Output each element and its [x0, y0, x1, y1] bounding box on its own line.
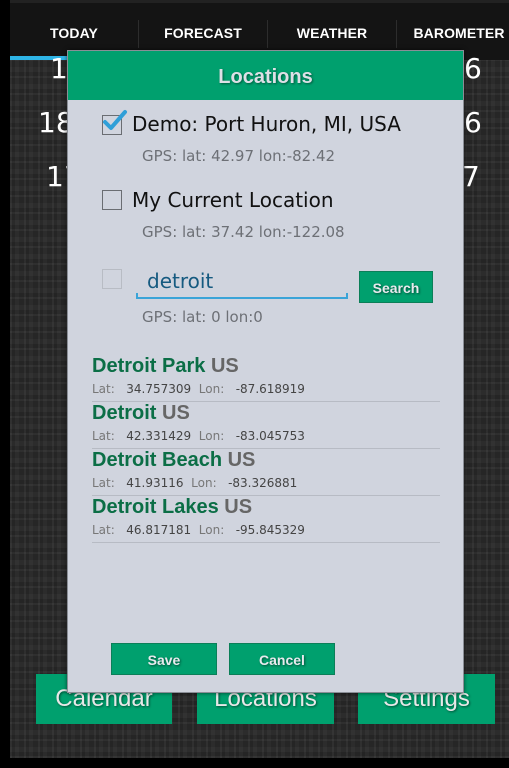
locations-dialog: Locations Demo: Port Huron, MI, USA GPS:…: [67, 50, 464, 693]
bg-value-right: 7: [462, 160, 480, 193]
demo-location-label: Demo: Port Huron, MI, USA: [132, 112, 401, 136]
demo-location-gps: GPS: lat: 42.97 lon:-82.42: [142, 147, 336, 165]
result-name-line: Detroit Lakes US: [92, 496, 252, 519]
search-result-item[interactable]: Detroit Beach US Lat: 41.93116 Lon: -83.…: [92, 449, 440, 496]
lon-value: -83.326881: [228, 476, 298, 490]
result-coords: Lat: 41.93116 Lon: -83.326881: [92, 476, 297, 490]
current-location-gps: GPS: lat: 37.42 lon:-122.08: [142, 223, 345, 241]
location-search-input[interactable]: [136, 263, 348, 299]
result-name: Detroit Beach: [92, 449, 223, 471]
result-country: US: [227, 449, 256, 471]
lat-label: Lat:: [92, 429, 115, 443]
search-location-gps: GPS: lat: 0 lon:0: [142, 308, 263, 326]
lon-value: -87.618919: [235, 382, 305, 396]
demo-location-checkbox[interactable]: [102, 110, 127, 135]
left-edge: [0, 0, 10, 768]
lon-value: -95.845329: [235, 523, 305, 537]
lat-value: 42.331429: [126, 429, 192, 443]
tab-weather[interactable]: WEATHER: [268, 18, 396, 48]
result-country: US: [210, 355, 239, 377]
result-country: US: [162, 402, 190, 424]
result-name-line: Detroit Park US: [92, 355, 239, 378]
result-name: Detroit Park: [92, 355, 206, 377]
lat-value: 46.817181: [126, 523, 192, 537]
lon-label: Lon:: [198, 523, 225, 537]
save-button[interactable]: Save: [111, 643, 217, 675]
checkmark-icon: [103, 110, 127, 130]
search-location-checkbox[interactable]: [102, 269, 122, 289]
result-coords: Lat: 46.817181 Lon: -95.845329: [92, 523, 305, 537]
bg-value-right: 6: [464, 106, 482, 139]
lat-label: Lat:: [92, 523, 115, 537]
search-button[interactable]: Search: [359, 271, 433, 303]
search-result-item[interactable]: Detroit Park US Lat: 34.757309 Lon: -87.…: [92, 355, 440, 402]
tab-barometer[interactable]: BAROMETER: [397, 18, 509, 48]
lat-label: Lat:: [92, 476, 115, 490]
result-country: US: [224, 496, 253, 518]
cancel-button[interactable]: Cancel: [229, 643, 335, 675]
search-result-item[interactable]: Detroit US Lat: 42.331429 Lon: -83.04575…: [92, 402, 440, 449]
bg-value-left: 1: [50, 52, 68, 85]
lat-value: 41.93116: [126, 476, 184, 490]
lon-label: Lon:: [198, 429, 225, 443]
tab-forecast[interactable]: FORECAST: [139, 18, 267, 48]
bg-value-right: 6: [464, 52, 482, 85]
result-name: Detroit Lakes: [92, 496, 219, 518]
current-location-checkbox[interactable]: [102, 190, 122, 210]
result-name-line: Detroit Beach US: [92, 449, 255, 472]
lat-value: 34.757309: [126, 382, 192, 396]
lat-label: Lat:: [92, 382, 115, 396]
search-result-item[interactable]: Detroit Lakes US Lat: 46.817181 Lon: -95…: [92, 496, 440, 543]
tab-today[interactable]: TODAY: [10, 18, 138, 48]
search-input-underline: [136, 293, 348, 299]
lon-label: Lon:: [198, 382, 225, 396]
result-name-line: Detroit US: [92, 402, 190, 425]
current-location-label: My Current Location: [132, 188, 334, 212]
bottom-edge: [0, 758, 509, 768]
result-coords: Lat: 34.757309 Lon: -87.618919: [92, 382, 305, 396]
result-coords: Lat: 42.331429 Lon: -83.045753: [92, 429, 305, 443]
result-name: Detroit: [92, 402, 157, 424]
lon-label: Lon:: [191, 476, 217, 490]
dialog-header: Locations: [68, 51, 463, 100]
lon-value: -83.045753: [235, 429, 305, 443]
dialog-title: Locations: [218, 66, 313, 88]
